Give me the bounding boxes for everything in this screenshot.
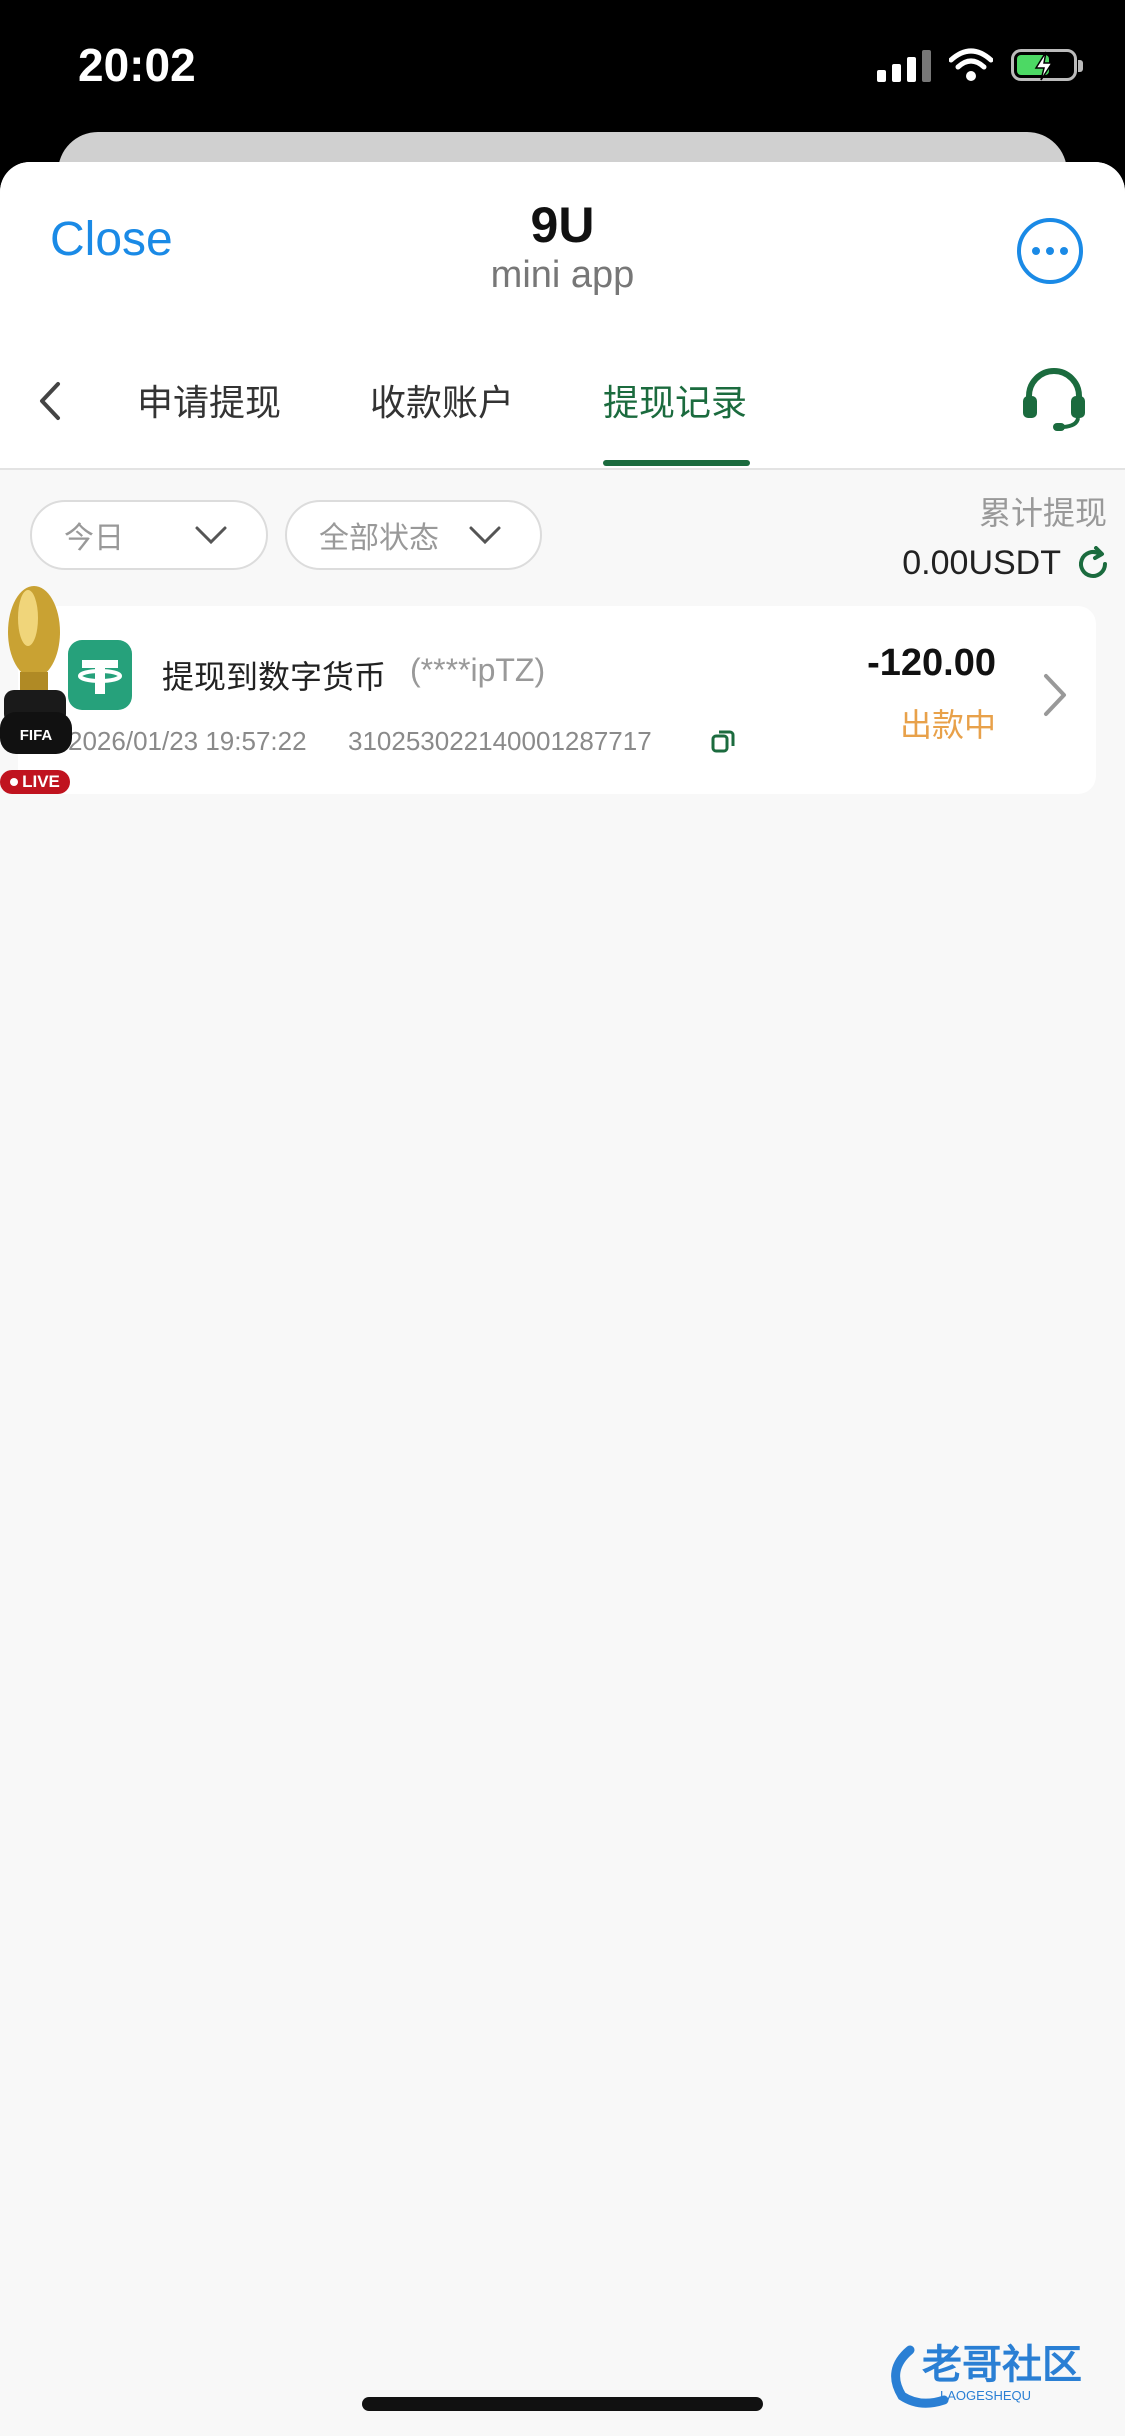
tether-icon [68, 640, 132, 710]
tab-bar: 申请提现 收款账户 提现记录 [0, 332, 1125, 470]
date-filter-value: 今日 [64, 521, 124, 556]
tab-payee-accounts[interactable]: 收款账户 [370, 374, 514, 426]
chevron-right-icon [1044, 674, 1066, 716]
live-badge: LIVE [0, 770, 70, 794]
fifa-label: FIFA [20, 727, 53, 744]
mini-app-header: Close 9U mini app [0, 162, 1125, 332]
watermark-brand: 老哥社区 [922, 2342, 1082, 2388]
back-icon[interactable] [30, 376, 70, 426]
live-label: LIVE [22, 772, 60, 791]
chevron-down-icon [469, 526, 501, 545]
record-status: 出款中 [899, 706, 996, 744]
status-icons [877, 48, 1083, 82]
withdraw-record-card[interactable]: 提现到数字货币 (****ipTZ) 2026/01/23 19:57:22 3… [18, 606, 1096, 794]
tab-withdraw-records[interactable]: 提现记录 [603, 374, 747, 426]
watermark-sub: LAOGESHEQU [940, 2388, 1031, 2403]
total-withdrawn-value: 0.00USDT [902, 544, 1061, 582]
home-indicator[interactable] [362, 2397, 763, 2411]
headset-icon[interactable] [1019, 366, 1089, 432]
tab-apply-withdraw[interactable]: 申请提现 [137, 374, 281, 426]
record-datetime: 2026/01/23 19:57:22 [68, 726, 307, 756]
record-amount: -120.00 [867, 642, 996, 684]
copy-icon[interactable] [710, 728, 736, 754]
fifa-trophy-icon[interactable]: FIFA [0, 572, 72, 790]
record-account-mask: (****ipTZ) [410, 652, 546, 688]
refresh-icon[interactable] [1075, 545, 1111, 582]
mini-app-sheet: Close 9U mini app 申请提现 收款账户 提现记录 今日 全部状态… [0, 162, 1125, 2436]
chevron-down-icon [195, 526, 227, 545]
wifi-icon [949, 48, 993, 81]
status-bar: 20:02 [0, 0, 1125, 135]
record-order-id: 310253022140001287717 [348, 726, 652, 756]
status-filter-select[interactable]: 全部状态 [285, 500, 542, 570]
date-filter-select[interactable]: 今日 [30, 500, 268, 570]
total-withdrawn-row: 0.00USDT [902, 544, 1111, 583]
status-time: 20:02 [78, 39, 196, 91]
watermark-logo: 老哥社区 LAOGESHEQU [891, 2342, 1082, 2408]
app-subtitle: mini app [490, 254, 635, 296]
active-tab-indicator [603, 460, 750, 466]
more-icon[interactable] [1017, 218, 1083, 284]
record-title: 提现到数字货币 [162, 658, 387, 696]
app-title: 9U [530, 197, 595, 253]
total-withdrawn-label: 累计提现 [978, 494, 1107, 532]
signal-icon [877, 48, 931, 82]
battery-icon [1011, 49, 1083, 81]
status-filter-value: 全部状态 [319, 521, 439, 556]
